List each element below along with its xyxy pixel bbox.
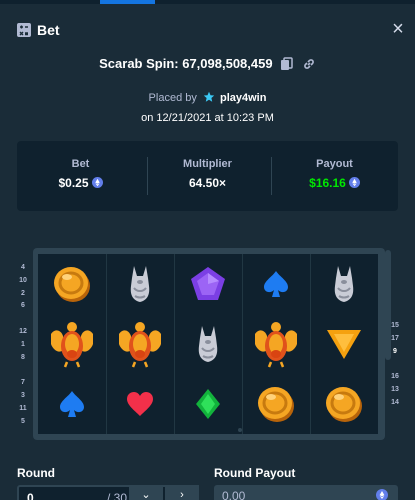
- reel-cell: [312, 376, 376, 432]
- scroll-indicator-dot: [238, 428, 242, 432]
- placed-by-label: Placed by: [148, 92, 197, 104]
- ethereum-coin-icon: [91, 177, 103, 188]
- link-icon[interactable]: [302, 57, 316, 71]
- bet-slip-icon: [17, 23, 31, 37]
- reel-cell: [40, 256, 104, 312]
- payline-number: 3: [21, 392, 25, 399]
- modal-title: Bet: [37, 22, 60, 38]
- scarab-icon: [253, 320, 299, 368]
- round-total: / 30: [107, 491, 128, 500]
- payline-number: 8: [21, 353, 25, 361]
- jackal-icon: [326, 262, 362, 306]
- multiplier-label: Multiplier: [183, 158, 232, 170]
- modal-header: Bet ×: [0, 14, 415, 44]
- ethereum-coin-icon: [376, 489, 388, 500]
- reel-cell: [176, 256, 240, 312]
- copy-icon[interactable]: [280, 56, 294, 71]
- board-scrollbar[interactable]: [385, 250, 391, 435]
- round-selector[interactable]: 0 / 30 ⌄ ›: [17, 485, 199, 500]
- reel-cell: [40, 376, 104, 432]
- round-label: Round: [17, 466, 55, 480]
- game-id-line: Scarab Spin: 67,098,508,459: [0, 55, 415, 71]
- heart-icon: [124, 388, 156, 420]
- bet-date: on 12/21/2021 at 10:23 PM: [141, 112, 274, 124]
- active-tab-indicator: [100, 0, 155, 4]
- reel-column-separator: [174, 254, 175, 434]
- reel-cell: [176, 316, 240, 372]
- payout-stat: Payout $16.16: [271, 158, 398, 190]
- scarab-icon: [117, 320, 163, 368]
- payline-number: 11: [19, 404, 27, 412]
- reel-cell: [108, 256, 172, 312]
- game-id-text: Scarab Spin: 67,098,508,459: [99, 56, 273, 72]
- payout-label: Payout: [316, 158, 353, 170]
- ethereum-coin-icon: [348, 177, 360, 188]
- bet-stats-panel: Bet $0.25 Multiplier 64.50× Payout $16.1…: [17, 141, 398, 211]
- close-icon[interactable]: ×: [388, 19, 408, 39]
- scrollbar-thumb[interactable]: [385, 250, 391, 360]
- scarab-icon: [49, 320, 95, 368]
- reel-column-separator: [310, 254, 311, 434]
- payline-number: 10: [19, 276, 27, 284]
- payline-number: 7: [21, 379, 25, 387]
- reel-column-separator: [242, 254, 243, 434]
- bet-value-row: $0.25: [17, 176, 144, 190]
- reel-cell: [176, 376, 240, 432]
- round-payout-label: Round Payout: [214, 466, 296, 480]
- bet-label: Bet: [71, 158, 90, 170]
- payline-number: 4: [21, 264, 25, 271]
- coin-icon: [322, 382, 366, 426]
- reel-cell: [108, 376, 172, 432]
- spade-icon: [56, 388, 88, 420]
- payout-value: $16.16: [309, 176, 346, 190]
- round-payout-field: 0.00: [214, 485, 398, 500]
- orange-triangle-icon: [324, 326, 364, 362]
- placed-by-line: Placed by play4win: [0, 91, 415, 104]
- reel-cell: [244, 316, 308, 372]
- reel-cell: [40, 316, 104, 372]
- round-payout-value: 0.00: [222, 489, 246, 500]
- reel-grid: [38, 254, 378, 434]
- reel-cell: [312, 316, 376, 372]
- multiplier-stat: Multiplier 64.50×: [144, 158, 271, 190]
- jackal-icon: [122, 262, 158, 306]
- round-value: 0: [27, 491, 34, 500]
- reel-cell: [108, 316, 172, 372]
- payline-number: 6: [21, 302, 25, 310]
- top-tab-strip: [0, 0, 415, 4]
- reel-cell: [244, 256, 308, 312]
- reel-cell: [244, 376, 308, 432]
- payline-number: 12: [19, 328, 27, 335]
- payline-number: 2: [21, 289, 25, 297]
- jackal-icon: [190, 322, 226, 366]
- multiplier-value: 64.50×: [188, 176, 227, 190]
- bet-value: $0.25: [58, 176, 89, 190]
- purple-gem-icon: [188, 264, 228, 304]
- coin-icon: [50, 262, 94, 306]
- coin-icon: [254, 382, 298, 426]
- payline-number: 5: [21, 417, 25, 425]
- previous-round-button[interactable]: ⌄: [129, 485, 163, 500]
- payout-value-row: $16.16: [271, 176, 398, 190]
- spade-icon: [260, 268, 292, 300]
- reel-cell: [312, 256, 376, 312]
- payline-number: 1: [21, 340, 25, 348]
- green-diamond-icon: [192, 386, 224, 422]
- bet-stat: Bet $0.25: [17, 158, 144, 190]
- reel-column-separator: [106, 254, 107, 434]
- username-link[interactable]: play4win: [220, 92, 266, 104]
- next-round-button[interactable]: ›: [165, 485, 199, 500]
- vip-star-icon: [203, 91, 215, 102]
